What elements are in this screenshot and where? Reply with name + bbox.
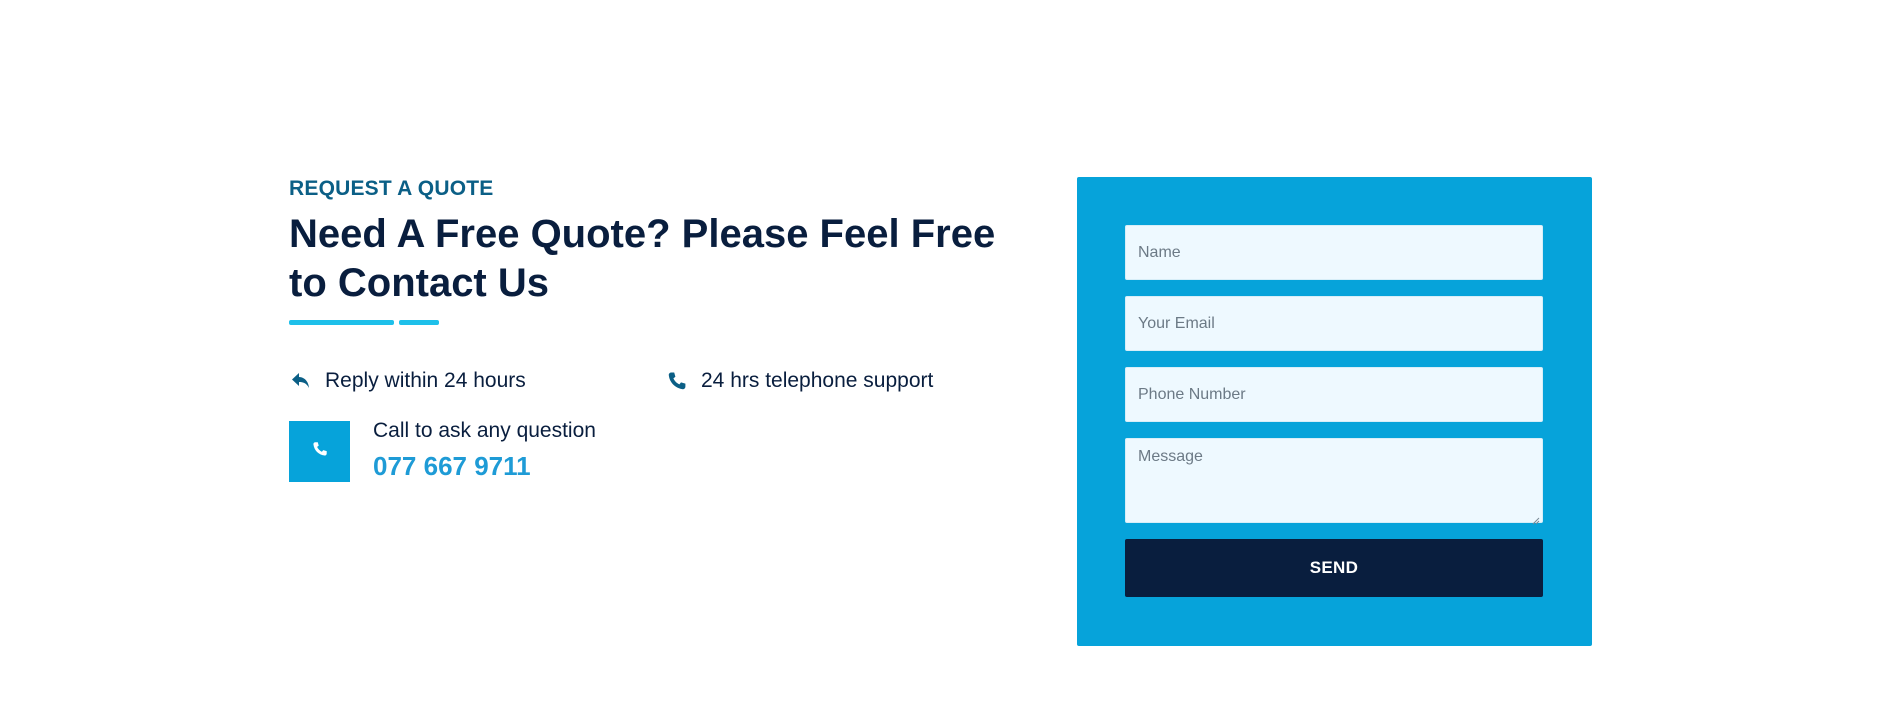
name-field[interactable]: Name	[1125, 225, 1543, 280]
call-block: Call to ask any question 077 667 9711	[289, 418, 1009, 482]
email-field[interactable]: Your Email	[1125, 296, 1543, 351]
section-eyebrow: REQUEST A QUOTE	[289, 177, 494, 200]
phone-icon	[665, 369, 689, 393]
message-field[interactable]: Message	[1125, 438, 1543, 525]
reply-icon	[289, 369, 313, 393]
feature-reply-label: Reply within 24 hours	[325, 369, 526, 392]
underline-bar-short	[399, 320, 439, 325]
feature-phone-support-label: 24 hrs telephone support	[701, 369, 934, 392]
send-button[interactable]: SEND	[1125, 539, 1543, 597]
phone-field[interactable]: Phone Number	[1125, 367, 1543, 422]
feature-phone-support: 24 hrs telephone support	[665, 369, 933, 393]
quote-form: Name Your Email Phone Number Message SEN…	[1077, 177, 1592, 646]
call-number[interactable]: 077 667 9711	[373, 450, 596, 482]
call-icon-box[interactable]	[289, 421, 350, 482]
resize-grip-icon[interactable]	[1532, 512, 1540, 525]
call-label: Call to ask any question	[373, 419, 596, 442]
name-placeholder: Name	[1138, 243, 1181, 261]
call-text: Call to ask any question 077 667 9711	[373, 418, 596, 482]
section-heading: Need A Free Quote? Please Feel Free to C…	[289, 212, 996, 305]
feature-list: Reply within 24 hours 24 hrs telephone s…	[289, 369, 1009, 399]
phone-placeholder: Phone Number	[1138, 385, 1246, 403]
message-placeholder: Message	[1138, 448, 1203, 465]
email-placeholder: Your Email	[1138, 314, 1215, 332]
feature-reply: Reply within 24 hours	[289, 369, 526, 393]
heading-underline	[289, 320, 1009, 325]
underline-bar-long	[289, 320, 394, 325]
quote-info: REQUEST A QUOTE Need A Free Quote? Pleas…	[289, 170, 1009, 482]
phone-icon	[312, 441, 328, 462]
